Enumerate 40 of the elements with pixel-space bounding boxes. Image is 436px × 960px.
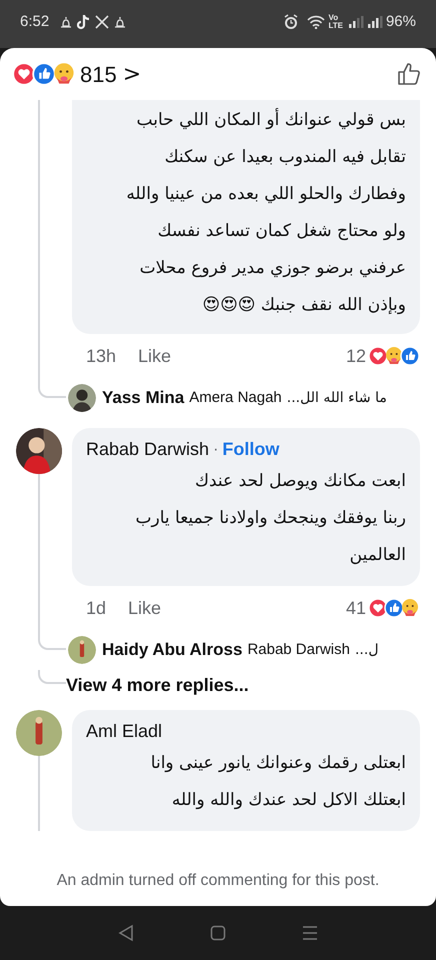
bell-icon	[59, 15, 74, 29]
commenter-name[interactable]: Aml Eladl	[86, 718, 162, 745]
view-more-replies-link[interactable]: View 4 more replies...	[66, 672, 249, 698]
battery-level: 96%	[386, 12, 416, 32]
thread-connector	[38, 670, 66, 684]
status-time: 6:52	[20, 12, 50, 32]
menu-icon	[300, 925, 319, 941]
reply-preview: ل...	[354, 640, 379, 660]
commenter-name[interactable]: Rabab Darwish	[86, 436, 210, 463]
comment-text: ابعت مكانك ويوصل لحد عندك ربنا يوفقك وينجحك واولادنا جميعا يارب العالمين	[134, 470, 406, 567]
comment-time: 1d	[86, 596, 106, 620]
reply-author[interactable]: Yass Mina	[102, 385, 184, 411]
chevron-text[interactable]: >	[122, 58, 142, 90]
follow-link[interactable]: Follow	[222, 436, 280, 463]
thumbs-up-icon	[396, 61, 422, 87]
reaction-count[interactable]: 815	[80, 58, 117, 90]
mention-name: Amera Nagah	[189, 388, 282, 408]
home-icon	[210, 925, 226, 941]
x-icon	[95, 15, 110, 29]
volte-label: Vo	[328, 14, 340, 22]
reaction-count[interactable]: 41	[346, 594, 366, 622]
comment-time: 13h	[86, 344, 116, 368]
bell-icon	[113, 15, 128, 29]
separator-dot: ·	[213, 440, 218, 460]
wifi-icon	[307, 15, 326, 29]
music-note-icon	[77, 14, 92, 30]
mention-name: Rabab Darwish	[247, 640, 350, 660]
like-link[interactable]: Like	[138, 342, 172, 370]
back-icon	[117, 924, 136, 942]
signal-icon	[348, 16, 364, 28]
comment-text: بس قولي عنوانك أو المكان اللي حابب تقابل فيه المندوب بعيدا عن سكنك وفطارك والحلو اللي بعده من عينيا والله ولو محتاج شغل كمان تساعد نفسك عرفني برضو جوزي مدير فروع محلات وبإذن الله نقف جنبك 😍😍😍	[125, 107, 406, 317]
reply-author[interactable]: Haidy Abu Alross	[102, 637, 242, 663]
volte-label: LTE	[328, 22, 343, 30]
like-link[interactable]: Like	[128, 594, 162, 622]
commenting-off-notice: An admin turned off commenting for this post.	[56, 871, 380, 891]
comment-text: ابعتلى رقمك وعنوانك يانور عينى وانا ابعتلك الاكل لحد عندك والله والله	[150, 752, 406, 812]
reply-preview: ما شاء الله الل...	[286, 388, 387, 408]
reaction-count[interactable]: 12	[346, 342, 366, 370]
alarm-icon	[283, 14, 300, 30]
signal-icon	[368, 16, 383, 28]
